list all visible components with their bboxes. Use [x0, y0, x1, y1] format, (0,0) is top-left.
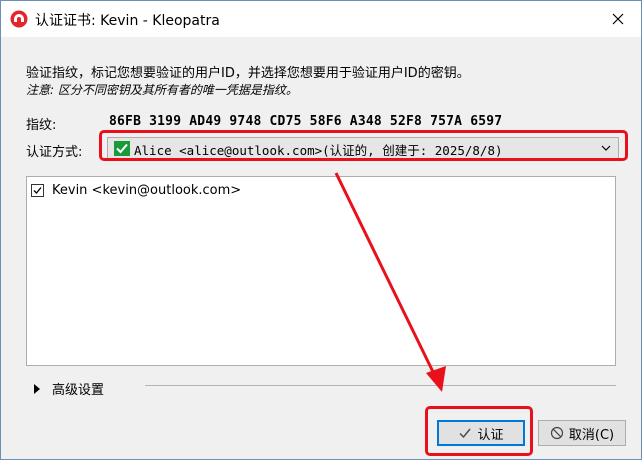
- triangle-right-icon: [34, 383, 40, 394]
- note-text: 注意: 区分不同密钥及其所有者的唯一凭据是指纹。: [26, 83, 298, 97]
- close-icon: [612, 13, 624, 25]
- kleopatra-icon: [10, 10, 28, 28]
- fingerprint-label: 指纹:: [26, 118, 57, 133]
- instructions-text: 验证指纹，标记您想要验证的用户ID，并选择您想要用于验证用户ID的密钥。: [26, 66, 470, 81]
- cancel-button-label: 取消(C): [568, 427, 615, 443]
- user-id-list[interactable]: Kevin <kevin@outlook.com>: [26, 176, 616, 366]
- highlight-box-key-select: [99, 130, 628, 161]
- advanced-settings-toggle[interactable]: 高级设置: [34, 379, 104, 398]
- user-id-label: Kevin <kevin@outlook.com>: [52, 182, 242, 198]
- checkmark-icon: [33, 186, 42, 194]
- list-item[interactable]: Kevin <kevin@outlook.com>: [31, 180, 241, 200]
- close-button[interactable]: [595, 1, 641, 37]
- cancel-icon: [550, 426, 563, 440]
- advanced-settings-label: 高级设置: [52, 383, 105, 398]
- window-title: 认证证书: Kevin - Kleopatra: [35, 13, 220, 29]
- certify-dialog: 认证证书: Kevin - Kleopatra 验证指纹，标记您想要验证的用户I…: [0, 0, 642, 460]
- title-bar: 认证证书: Kevin - Kleopatra: [1, 1, 641, 37]
- highlight-box-certify-button: [425, 406, 533, 456]
- cancel-button[interactable]: 取消(C): [538, 420, 626, 446]
- fingerprint-value: 86FB 3199 AD49 9748 CD75 58F6 A348 52F8 …: [109, 114, 503, 129]
- separator: [145, 385, 616, 386]
- certify-with-label: 认证方式:: [26, 145, 83, 160]
- user-id-checkbox[interactable]: [31, 183, 44, 197]
